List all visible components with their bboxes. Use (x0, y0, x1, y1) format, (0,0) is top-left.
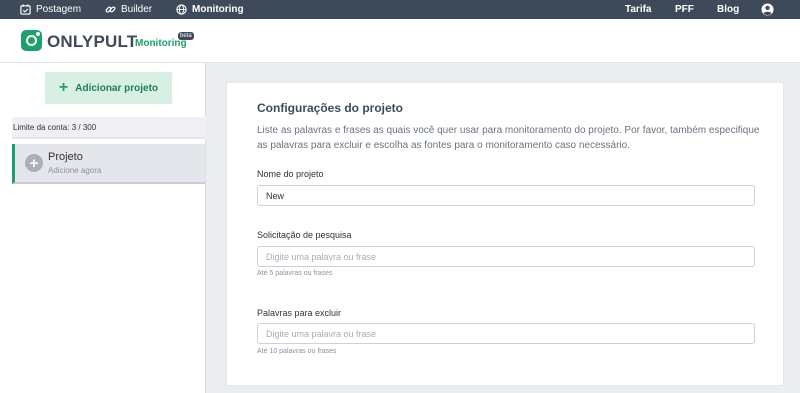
account-limit: Limite da conta: 3 / 300 (12, 117, 206, 137)
app-header: ONLYPULT Monitoring beta (0, 19, 800, 63)
search-query-hint: Até 5 palavras ou frases (257, 270, 333, 277)
project-subtitle: Adicione agora (48, 166, 102, 175)
nav-label: Monitoring (192, 4, 244, 15)
top-navigation: Postagem Builder Monitoring Tarifa PFF B… (0, 0, 800, 19)
add-project-button[interactable]: + Adicionar projeto (45, 72, 172, 104)
exclude-words-hint: Até 10 palavras ou frases (257, 348, 337, 355)
nav-item-postagem[interactable]: Postagem (20, 0, 81, 19)
search-query-label: Solicitação de pesquisa (257, 230, 352, 240)
nav-item-builder[interactable]: Builder (105, 0, 152, 19)
plus-icon: + (58, 79, 69, 96)
nav-label: Builder (121, 4, 153, 15)
settings-description: Liste as palavras e frases as quais você… (257, 125, 760, 151)
nav-link-tarifa[interactable]: Tarifa (625, 0, 652, 19)
exclude-words-label: Palavras para excluir (257, 308, 342, 318)
beta-badge: beta (178, 32, 194, 40)
onlypult-logo-icon[interactable] (21, 30, 42, 51)
sidebar: + Adicionar projeto Limite da conta: 3 /… (0, 63, 206, 393)
add-project-label: Adicionar projeto (75, 82, 159, 94)
nav-label: Postagem (36, 4, 82, 15)
project-settings-card: Configurações do projeto Liste as palavr… (226, 82, 784, 386)
project-list-item[interactable]: + Projeto Adicione agora (12, 144, 205, 184)
divider (12, 137, 206, 139)
search-query-input[interactable] (257, 246, 755, 267)
plus-circle-icon: + (25, 154, 43, 172)
project-name-input[interactable] (257, 185, 755, 206)
nav-item-monitoring[interactable]: Monitoring (176, 0, 244, 19)
settings-title: Configurações do projeto (257, 101, 404, 115)
nav-link-pff[interactable]: PFF (675, 0, 694, 19)
project-name-label: Nome do projeto (257, 169, 324, 179)
exclude-words-input[interactable] (257, 323, 755, 344)
link-icon (105, 6, 116, 13)
globe-icon (176, 4, 187, 15)
user-circle-icon[interactable] (761, 3, 774, 16)
calendar-check-icon (20, 4, 31, 15)
brand-name[interactable]: ONLYPULT (47, 32, 137, 52)
project-title: Projeto (48, 151, 83, 163)
nav-link-blog[interactable]: Blog (717, 0, 739, 19)
